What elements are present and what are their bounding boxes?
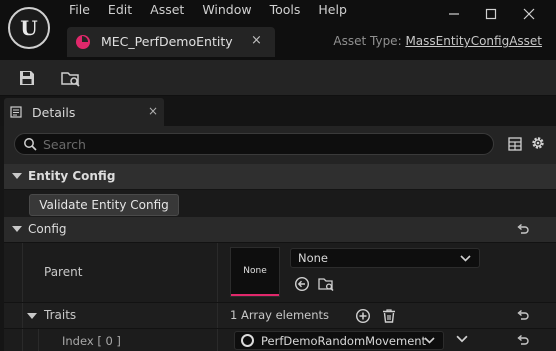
menu-file[interactable]: File [60,0,99,20]
browse-folder-icon[interactable] [318,276,334,292]
close-icon [523,8,535,20]
details-icon [10,106,22,118]
maximize-button[interactable] [473,4,509,24]
close-window-button[interactable] [511,4,547,24]
asset-type-link[interactable]: MassEntityConfigAsset [405,34,542,48]
parent-asset-combo[interactable]: None [290,248,480,268]
menu-bar: File Edit Asset Window Tools Help [60,0,356,20]
traits-collapse-arrow-icon[interactable] [27,313,37,319]
category-entity-config[interactable]: Entity Config [4,164,556,189]
reset-to-default-icon[interactable] [516,334,530,348]
traits-label: Traits [44,308,77,322]
trait-class-combo[interactable]: PerfDemoRandomMovement [234,331,444,350]
trash-icon[interactable] [381,308,397,324]
validate-entity-config-button[interactable]: Validate Entity Config [29,194,179,216]
parent-label: Parent [44,265,83,279]
parent-asset-thumbnail[interactable]: None [230,247,280,297]
category-config[interactable]: Config [4,217,556,242]
add-element-icon[interactable] [355,308,371,324]
column-divider [217,243,218,302]
toolbar [0,60,556,96]
details-panel: Entity Config Validate Entity Config Con… [4,126,556,351]
reset-to-default-icon[interactable] [516,309,530,323]
details-tab-title: Details [32,105,76,120]
search-input[interactable] [43,136,483,152]
parent-value: None [298,251,329,265]
chevron-down-icon [424,337,435,344]
property-row-trait-index-0: Index [ 0 ] PerfDemoRandomMovement [4,328,556,351]
maximize-icon [485,8,497,20]
menu-help[interactable]: Help [309,0,356,20]
browse-folder-icon [61,72,80,87]
browse-to-asset-button[interactable] [58,65,84,91]
property-row-parent: Parent None None [4,242,556,302]
indent-guide [22,303,23,328]
settings-gear-icon[interactable] [530,135,546,151]
minimize-icon [449,13,459,15]
trait-class-value: PerfDemoRandomMovement [261,334,427,348]
category-label: Entity Config [28,169,116,183]
column-divider [217,329,218,351]
search-icon [24,138,37,151]
collapse-arrow-icon [12,226,22,232]
unreal-logo-icon[interactable]: U [8,7,50,49]
menu-edit[interactable]: Edit [99,0,141,20]
save-button[interactable] [14,65,40,91]
collapse-arrow-icon [12,173,22,179]
minimize-button[interactable] [436,4,472,24]
property-matrix-icon[interactable] [508,137,522,151]
category-label: Config [28,222,67,236]
menu-tools[interactable]: Tools [261,0,310,20]
indent-guide [22,329,23,351]
column-divider [217,303,218,328]
indent-guide [22,243,23,302]
details-tab-close-icon[interactable]: × [148,104,158,118]
tab-close-icon[interactable]: × [251,33,262,48]
indent-guide [38,329,39,351]
save-icon [20,71,34,85]
thumbnail-text: None [243,266,267,276]
reset-to-default-icon[interactable] [516,223,530,237]
column-divider [217,217,218,242]
menu-asset[interactable]: Asset [141,0,193,20]
traits-count: 1 Array elements [230,308,330,322]
title-bar: U File Edit Asset Window Tools Help MEC_… [0,0,556,60]
search-box [14,133,494,155]
use-selected-asset-icon[interactable] [294,276,310,292]
details-tab[interactable]: Details × [4,98,164,126]
menu-window[interactable]: Window [193,0,260,20]
validate-row: Validate Entity Config [4,189,556,217]
element-options-chevron-icon[interactable] [456,333,468,345]
asset-tab-title: MEC_PerfDemoEntity [101,34,233,49]
asset-type-label: Asset Type: [333,34,402,48]
mass-entity-config-icon [76,35,90,49]
asset-tab[interactable]: MEC_PerfDemoEntity × [67,27,275,57]
property-row-traits: Traits 1 Array elements [4,302,556,328]
asset-type-info: Asset Type: MassEntityConfigAsset [333,34,542,48]
asset-color-bar [231,294,279,296]
details-tab-strip: Details × [0,96,556,126]
index-label: Index [ 0 ] [62,334,121,348]
chevron-down-icon [460,255,471,262]
unreal-object-icon [241,334,254,347]
